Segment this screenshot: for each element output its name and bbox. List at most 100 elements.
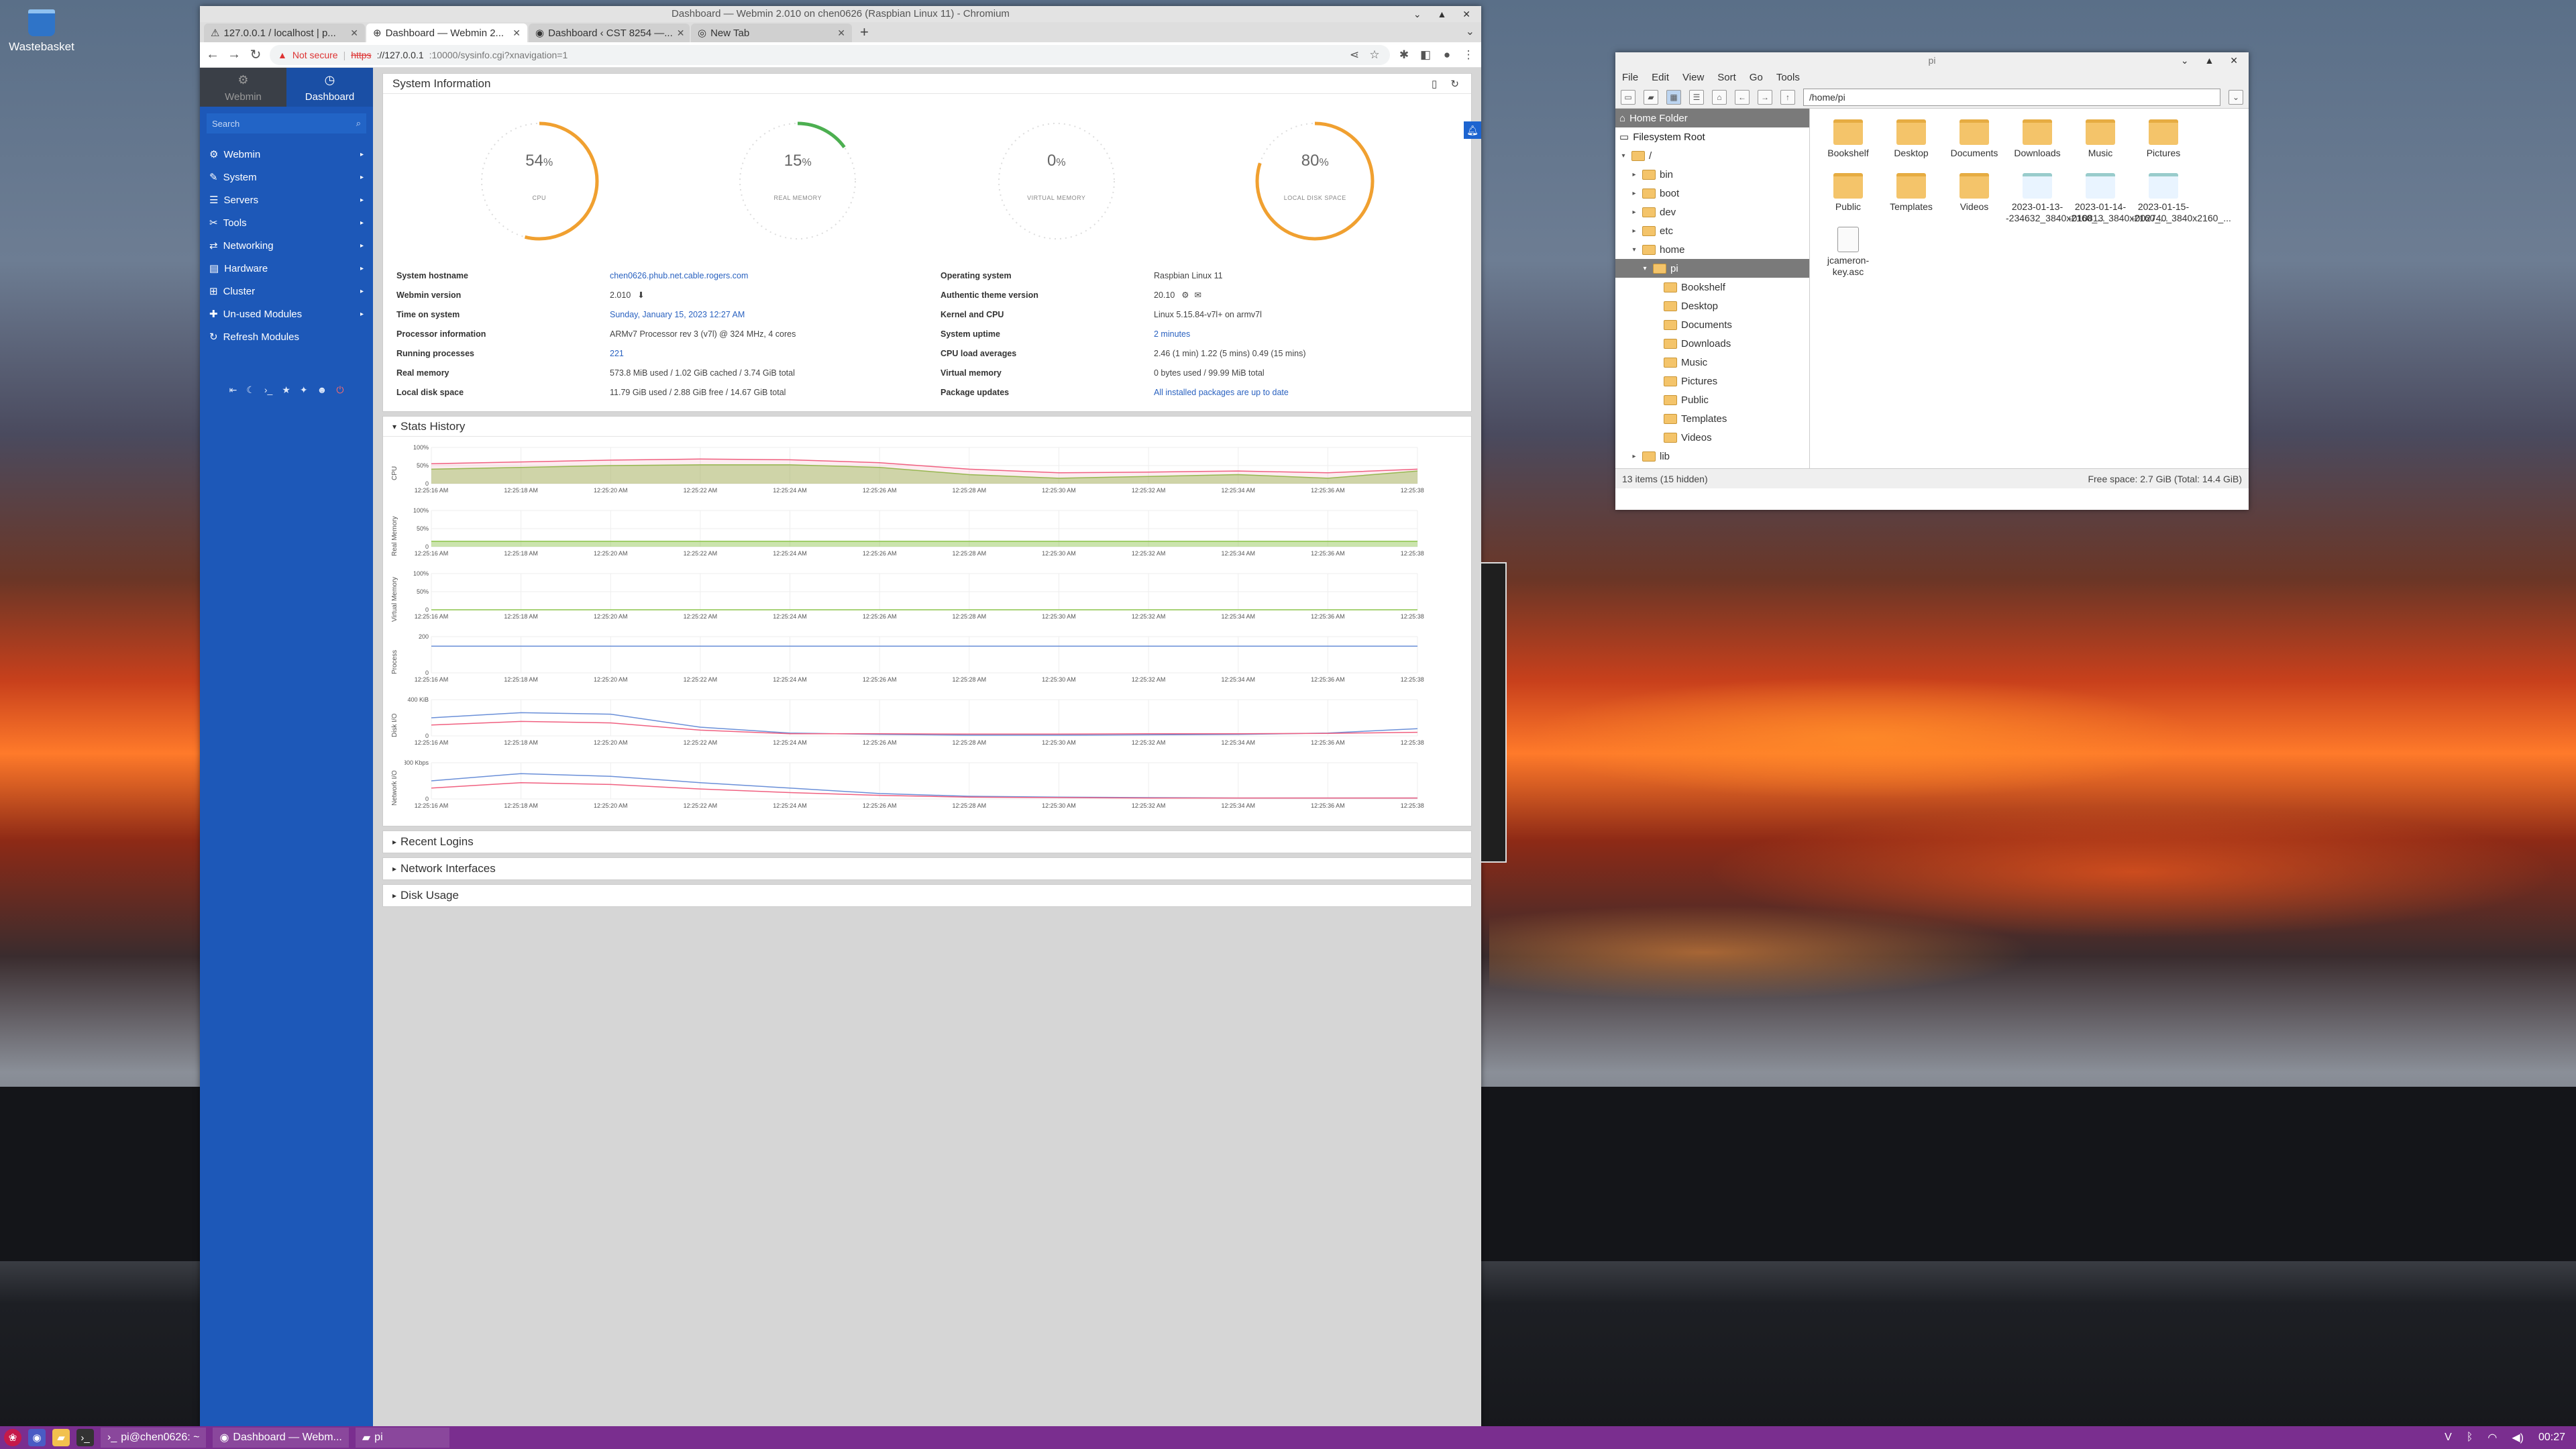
stats-history-header[interactable]: ▾ Stats History — [383, 417, 1471, 437]
tab-search-icon[interactable]: ⌄ — [1466, 25, 1474, 38]
series-line[interactable] — [431, 712, 1418, 736]
tree-item[interactable]: Templates — [1615, 409, 1809, 428]
terminal-launcher-icon[interactable]: ›_ — [76, 1429, 94, 1446]
menu-edit[interactable]: Edit — [1652, 72, 1669, 83]
menu-tools[interactable]: Tools — [1776, 72, 1800, 83]
list-view-icon[interactable]: ☰ — [1689, 89, 1704, 105]
tree-item[interactable]: ▾ / — [1615, 146, 1809, 165]
tree-item[interactable]: Pictures — [1615, 372, 1809, 390]
browser-tab-newtab[interactable]: ◎ New Tab ✕ — [691, 23, 852, 42]
tree-item[interactable]: Desktop — [1615, 297, 1809, 315]
tree-item[interactable]: Music — [1615, 353, 1809, 372]
new-tab-button[interactable]: + — [853, 23, 875, 41]
sidebar-tab-webmin[interactable]: ⚙ Webmin — [200, 68, 286, 107]
extensions-icon[interactable]: ✱ — [1397, 48, 1411, 62]
tree-item[interactable]: ▾ pi — [1615, 259, 1809, 278]
expander-icon[interactable]: ▾ — [1630, 246, 1638, 254]
sidebar-item-hardware[interactable]: ▤ Hardware ▸ — [200, 257, 373, 280]
new-window-icon[interactable]: ▭ — [1621, 89, 1635, 105]
sidebar-search-input[interactable]: Search ⌕ — [207, 113, 366, 133]
file-item[interactable]: jcameron-key.asc — [1817, 223, 1880, 277]
bluetooth-icon[interactable]: ᛒ — [2467, 1432, 2473, 1444]
settings-icon[interactable]: ⚙ — [1181, 290, 1189, 300]
notifications-bell-icon[interactable]: 🔔︎ — [1464, 121, 1481, 139]
place-filesystem-root[interactable]: ▭ Filesystem Root — [1615, 127, 1809, 146]
sidepanel-icon[interactable]: ◧ — [1418, 48, 1433, 62]
time-link[interactable]: Sunday, January 15, 2023 12:27 AM — [610, 310, 745, 319]
fm-window-controls[interactable]: ⌄ ▲ ✕ — [2181, 52, 2245, 68]
file-item[interactable]: Documents — [1943, 115, 2006, 169]
menu-view[interactable]: View — [1682, 72, 1704, 83]
tree-item[interactable]: ▸ boot — [1615, 184, 1809, 203]
sidebar-item-webmin[interactable]: ⚙ Webmin ▸ — [200, 143, 373, 166]
file-item[interactable]: 2023-01-15--002740_3840x2160_... — [2132, 169, 2231, 223]
back-arrow-icon[interactable]: ← — [1735, 89, 1750, 105]
back-button[interactable]: ← — [205, 47, 220, 62]
logout-icon[interactable]: ⏻ — [336, 384, 343, 396]
tab-close-icon[interactable]: ✕ — [513, 28, 521, 39]
window-controls[interactable]: ⌄ ▲ ✕ — [1413, 6, 1477, 22]
expander-icon[interactable]: ▸ — [1630, 190, 1638, 197]
address-bar[interactable]: ▲ Not secure | https://127.0.0.1:10000/s… — [270, 44, 1390, 65]
file-item[interactable]: Videos — [1943, 169, 2006, 223]
file-item[interactable]: Downloads — [2006, 115, 2069, 169]
not-secure-icon[interactable]: ▲ — [278, 50, 287, 60]
reload-button[interactable]: ↻ — [248, 46, 263, 63]
expander-icon[interactable]: ▸ — [1630, 171, 1638, 178]
place-home-folder[interactable]: ⌂ Home Folder — [1615, 109, 1809, 127]
sidebar-item-cluster[interactable]: ⊞ Cluster ▸ — [200, 280, 373, 303]
menu-go[interactable]: Go — [1750, 72, 1763, 83]
volume-icon[interactable]: ◀) — [2512, 1431, 2524, 1444]
file-item[interactable]: Templates — [1880, 169, 1943, 223]
home-icon[interactable]: ⌂ — [1712, 89, 1727, 105]
tree-item[interactable]: Public — [1615, 390, 1809, 409]
file-item[interactable]: Public — [1817, 169, 1880, 223]
series-line[interactable] — [431, 720, 1418, 735]
disk-usage-section[interactable]: ▸ Disk Usage — [382, 884, 1472, 907]
menu-sort[interactable]: Sort — [1717, 72, 1736, 83]
fm-path-input[interactable]: /home/pi — [1803, 88, 2220, 106]
fm-titlebar[interactable]: pi ⌄ ▲ ✕ — [1615, 52, 2249, 68]
desktop-wastebasket[interactable]: Wastebasket — [8, 9, 75, 54]
forward-arrow-icon[interactable]: → — [1758, 89, 1772, 105]
file-item[interactable]: Pictures — [2132, 115, 2195, 169]
vnc-icon[interactable]: V — [2445, 1432, 2452, 1444]
series-line[interactable] — [431, 782, 1417, 799]
new-folder-icon[interactable]: ▰ — [1644, 89, 1658, 105]
tree-item[interactable]: ▸ etc — [1615, 221, 1809, 240]
sidebar-tab-dashboard[interactable]: ◷ Dashboard — [286, 68, 373, 107]
recent-logins-section[interactable]: ▸ Recent Logins — [382, 830, 1472, 853]
user-icon[interactable]: ☻ — [317, 384, 327, 396]
file-item[interactable]: Music — [2069, 115, 2132, 169]
path-dropdown-icon[interactable]: ⌄ — [2229, 89, 2243, 105]
tab-close-icon[interactable]: ✕ — [837, 28, 845, 39]
tab-close-icon[interactable]: ✕ — [350, 28, 358, 39]
sidebar-item-refresh-modules[interactable]: ↻ Refresh Modules — [200, 325, 373, 348]
file-item[interactable]: Bookshelf — [1817, 115, 1880, 169]
sidebar-item-servers[interactable]: ☰ Servers ▸ — [200, 189, 373, 211]
browser-tab-cst[interactable]: ◉ Dashboard ‹ CST 8254 —... ✕ — [529, 23, 690, 42]
tree-item[interactable]: Videos — [1615, 428, 1809, 447]
panel-actions[interactable]: ▯ ↻ — [1432, 78, 1464, 90]
file-item[interactable]: 2023-01-14--010813_3840x2160_... — [2069, 169, 2168, 223]
expander-icon[interactable]: ▾ — [1619, 152, 1627, 160]
tree-item[interactable]: ▾ home — [1615, 240, 1809, 259]
up-arrow-icon[interactable]: ↑ — [1780, 89, 1795, 105]
expander-icon[interactable]: ▸ — [1630, 453, 1638, 460]
favorites-star-icon[interactable]: ★ — [282, 384, 290, 396]
packages-link[interactable]: All installed packages are up to date — [1154, 388, 1289, 397]
browser-launcher-icon[interactable]: ◉ — [28, 1429, 46, 1446]
sidebar-item-networking[interactable]: ⇄ Networking ▸ — [200, 234, 373, 257]
tree-item[interactable]: Documents — [1615, 315, 1809, 334]
file-item[interactable]: 2023-01-13--234632_3840x2160_... — [2006, 169, 2105, 223]
download-icon[interactable]: ⬇ — [637, 290, 644, 300]
hostname-link[interactable]: chen0626.phub.net.cable.rogers.com — [610, 271, 748, 280]
sidebar-item-tools[interactable]: ✂ Tools ▸ — [200, 211, 373, 234]
terminal-window-edge[interactable] — [1480, 562, 1507, 863]
expander-icon[interactable]: ▸ — [1630, 209, 1638, 216]
bookmark-star-icon[interactable]: ☆ — [1367, 48, 1382, 62]
expander-icon[interactable]: ▸ — [1630, 227, 1638, 235]
task-terminal[interactable]: ›_ pi@chen0626: ~ — [101, 1428, 207, 1448]
chat-icon[interactable]: ✉ — [1195, 290, 1201, 300]
network-interfaces-section[interactable]: ▸ Network Interfaces — [382, 857, 1472, 880]
